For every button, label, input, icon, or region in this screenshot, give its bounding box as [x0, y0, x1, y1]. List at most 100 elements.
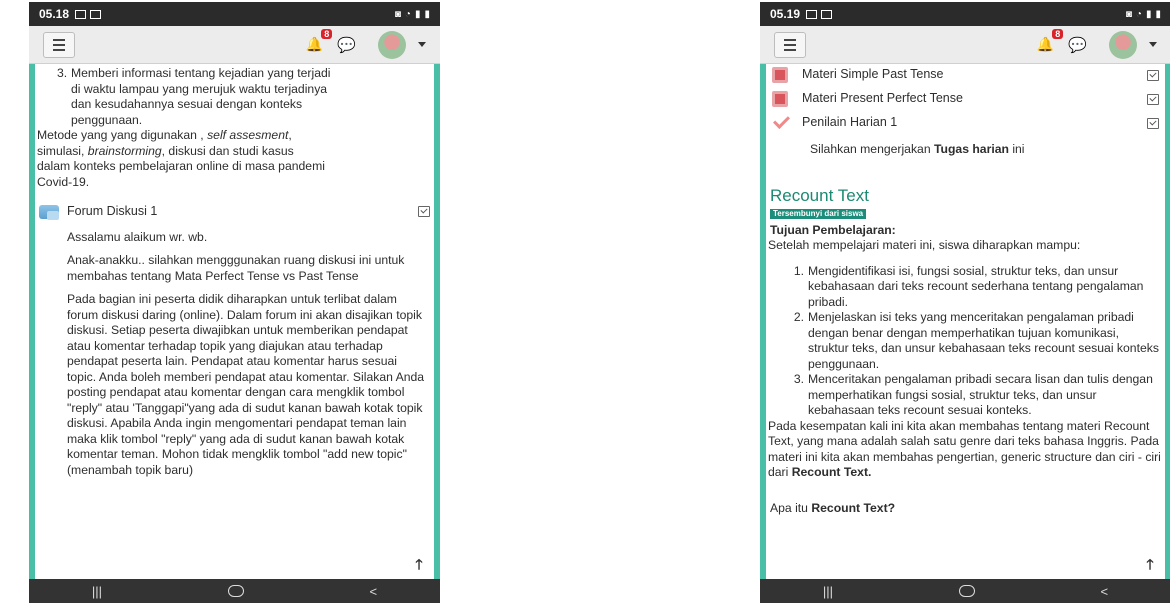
objective-text-line: Memberi informasi tentang kejadian yang … — [71, 66, 331, 80]
closing-text-bold: Recount Text. — [791, 465, 872, 479]
recent-apps-icon[interactable]: ||| — [92, 584, 102, 599]
activity-row[interactable]: Materi Simple Past Tense — [766, 64, 1165, 88]
objective-item-3: 3. Memberi informasi tentang kejadian yan… — [35, 64, 434, 128]
battery-icon: ▮ — [424, 8, 430, 20]
assignment-text: ini — [1008, 142, 1025, 156]
home-icon[interactable] — [958, 585, 975, 597]
recent-apps-icon[interactable]: ||| — [823, 584, 833, 599]
list-number: 3. — [793, 372, 804, 386]
activity-title-link[interactable]: Penilain Harian 1 — [802, 115, 897, 131]
list-text: Mengidentifikasi isi, fungsi sosial, str… — [808, 263, 1144, 309]
hidden-badge-wrap: Tersembunyi dari siswa — [766, 205, 1165, 221]
method-text: Covid-19. — [37, 174, 90, 189]
top-navigation: 🔔 8 💬 — [29, 26, 440, 64]
bell-icon: 🔔 — [1036, 36, 1055, 52]
arrow-up-icon: 🡑 — [1146, 556, 1154, 572]
hamburger-icon-line — [53, 48, 65, 51]
forum-greeting: Assalamu alaikum wr. wb. — [67, 229, 208, 244]
section-title: Recount Text — [770, 185, 869, 205]
menu-button[interactable] — [774, 31, 806, 58]
forum-title-link[interactable]: Forum Diskusi 1 — [67, 204, 157, 220]
completion-checkbox-icon[interactable] — [1147, 117, 1159, 129]
method-text: dalam konteks pembelajaran online di mas… — [37, 159, 325, 173]
notification-button[interactable]: 🔔 8 — [1036, 29, 1064, 53]
course-content[interactable]: Materi Simple Past Tense Materi Present … — [766, 64, 1165, 579]
notification-badge: 8 — [321, 29, 333, 39]
notification-badge: 8 — [1052, 29, 1064, 39]
messages-button[interactable]: 💬 — [1068, 36, 1087, 54]
method-text: , diskusi dan studi kasus — [161, 143, 294, 158]
list-number: 2. — [793, 310, 804, 324]
assignment-text-bold: Tugas harian — [933, 142, 1009, 156]
hamburger-icon — [53, 38, 65, 41]
objective-line: 3. Memberi informasi tentang kejadian yan… — [57, 66, 430, 82]
question-text-bold: Recount Text? — [811, 500, 896, 515]
hamburger-icon-line — [53, 43, 65, 46]
chat-bubble-icon: 💬 — [337, 36, 356, 54]
forum-icon — [39, 204, 59, 220]
status-time: 05.19 — [770, 7, 801, 21]
back-icon[interactable]: < — [1101, 584, 1109, 599]
alarm-icon: ◙ — [1125, 8, 1132, 20]
top-navigation: 🔔 8 💬 — [760, 26, 1170, 64]
objective-text-line: di waktu lampau yang merujuk waktu terja… — [71, 81, 328, 96]
objectives-list: 1. Mengidentifikasi isi, fungsi sosial, s… — [766, 254, 1165, 419]
activity-title-link[interactable]: Materi Present Perfect Tense — [802, 91, 963, 107]
method-text: , — [288, 128, 292, 142]
forum-activity[interactable]: Forum Diskusi 1 — [35, 190, 434, 226]
chat-bubble-icon: 💬 — [1068, 36, 1087, 54]
user-avatar[interactable] — [1109, 30, 1137, 59]
activity-row[interactable]: Materi Present Perfect Tense — [766, 88, 1165, 112]
activity-row[interactable]: Penilain Harian 1 — [766, 112, 1165, 136]
forum-description: Assalamu alaikum wr. wb. Anak-anakku.. s… — [35, 226, 434, 479]
completion-checkbox-icon[interactable] — [1147, 69, 1159, 81]
status-icons: ◙ ◔ ▮ ▮ — [1126, 9, 1161, 20]
list-number: 1. — [793, 263, 804, 278]
activity-title-link[interactable]: Materi Simple Past Tense — [802, 67, 944, 83]
hamburger-icon — [784, 38, 796, 41]
list-text: Menjelaskan isi teks yang menceritakan p… — [808, 310, 1159, 371]
course-content[interactable]: 3. Memberi informasi tentang kejadian yan… — [35, 64, 434, 579]
notification-button[interactable]: 🔔 8 — [306, 29, 333, 53]
messages-button[interactable]: 💬 — [337, 36, 356, 54]
question-text: Apa itu — [770, 500, 812, 515]
list-text: Menceritakan pengalaman pribadi secara l… — [808, 372, 1153, 417]
gallery-icon — [806, 9, 818, 19]
hamburger-icon-line — [784, 43, 796, 46]
chevron-down-icon[interactable] — [418, 42, 426, 47]
image-icon — [90, 9, 102, 19]
method-text: simulasi, — [37, 143, 88, 158]
completion-checkbox-icon[interactable] — [418, 206, 430, 218]
list-item: 1. Mengidentifikasi isi, fungsi sosial, s… — [788, 264, 1161, 311]
hidden-from-students-badge: Tersembunyi dari siswa — [770, 209, 867, 219]
closing-paragraph: Pada kesempatan kali ini kita akan memba… — [766, 419, 1165, 481]
status-time: 05.18 — [39, 7, 70, 21]
assignment-check-icon — [772, 116, 790, 130]
back-icon[interactable]: < — [370, 584, 378, 599]
file-icon — [772, 67, 788, 83]
status-bar: 05.19 ◙ ◔ ▮ ▮ — [760, 2, 1170, 26]
list-item: 3. Menceritakan pengalaman pribadi secara… — [788, 372, 1161, 419]
home-icon[interactable] — [227, 585, 244, 597]
battery-icon: ▮ — [1155, 8, 1161, 20]
method-text-em: self assesment — [207, 128, 289, 142]
method-text-em: brainstorming — [87, 143, 162, 158]
menu-button[interactable] — [43, 31, 75, 58]
completion-checkbox-icon[interactable] — [1147, 93, 1159, 105]
scroll-top-button[interactable]: 🡑 — [1139, 553, 1161, 575]
scroll-top-button[interactable]: 🡑 — [408, 553, 430, 575]
list-number: 3. — [57, 66, 68, 80]
phone-screenshot-left: 05.18 ◙ ◔ ▮ ▮ 🔔 8 💬 3. Memberi informasi … — [29, 2, 440, 603]
hamburger-icon-line — [784, 48, 796, 51]
method-text: Metode yang yang digunakan , — [37, 128, 208, 142]
arrow-up-icon: 🡑 — [415, 556, 423, 572]
chevron-down-icon[interactable] — [1149, 42, 1157, 47]
status-icons: ◙ ◔ ▮ ▮ — [395, 9, 430, 20]
signal-icon: ▮ — [414, 8, 421, 20]
method-paragraph: Metode yang yang digunakan , self assesm… — [35, 128, 434, 190]
user-avatar[interactable] — [378, 30, 406, 59]
forum-instructions: Pada bagian ini peserta didik diharapkan… — [67, 292, 425, 477]
learning-goals-heading: Tujuan Pembelajaran: — [770, 222, 896, 237]
objective-text-line: dan kesudahannya sesuai dengan konteks — [71, 97, 303, 111]
forum-intro: Anak-anakku.. silahkan mengggunakan ruan… — [67, 253, 405, 283]
